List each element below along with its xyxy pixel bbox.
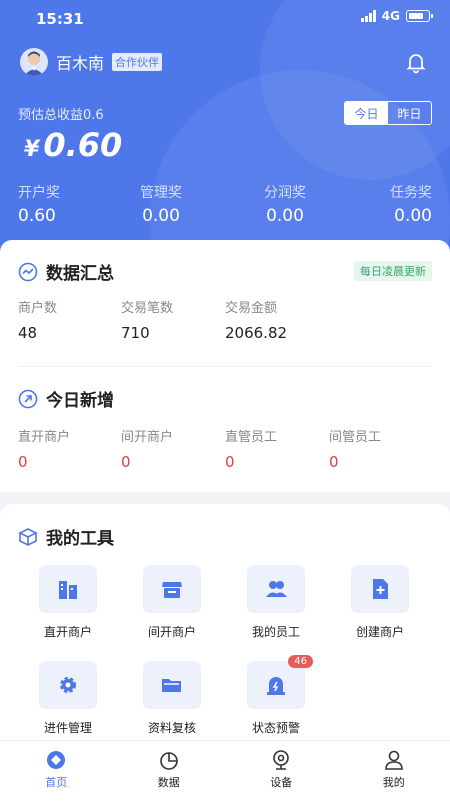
tab-label: 设备 <box>270 774 292 790</box>
stat-profit-share-reward: 分润奖 0.00 <box>250 182 320 226</box>
summary-value: 48 <box>18 324 57 342</box>
profile-icon <box>383 749 405 771</box>
summary-value: 710 <box>121 324 173 342</box>
camera-icon <box>270 749 292 771</box>
stat-label: 开户奖 <box>18 182 60 202</box>
tool-label: 创建商户 <box>340 623 420 640</box>
tool-label: 资料复核 <box>132 719 212 736</box>
tools-title: 我的工具 <box>18 524 114 549</box>
battery-icon <box>406 10 430 22</box>
stat-value: 0.60 <box>18 206 60 226</box>
folder-icon <box>143 661 201 709</box>
summary-transactions: 交易笔数 710 <box>121 297 173 342</box>
arrow-up-right-icon <box>18 389 38 409</box>
earnings-amount: ¥ 0.60 <box>24 126 122 164</box>
today-direct-staff: 直管员工 0 <box>225 426 277 471</box>
summary-title: 数据汇总 <box>18 259 114 284</box>
summary-value: 2066.82 <box>225 324 287 342</box>
currency-symbol: ¥ <box>24 137 39 162</box>
summary-label: 商户数 <box>18 297 57 316</box>
status-time: 15:31 <box>36 10 84 28</box>
avatar[interactable] <box>20 48 48 76</box>
stat-task-reward: 任务奖 0.00 <box>390 182 432 226</box>
stat-value: 0.00 <box>390 206 432 226</box>
add-document-icon <box>351 565 409 613</box>
tool-create-merchant[interactable]: 创建商户 <box>340 565 420 640</box>
building-icon <box>39 565 97 613</box>
tab-label: 数据 <box>158 774 180 790</box>
network-type: 4G <box>382 9 400 23</box>
stat-value: 0.00 <box>250 206 320 226</box>
tool-label: 进件管理 <box>28 719 108 736</box>
today-label: 直开商户 <box>18 426 70 445</box>
stat-label: 管理奖 <box>126 182 196 202</box>
user-name: 百木南 <box>56 50 104 74</box>
status-bar: 15:31 4G <box>36 9 430 31</box>
today-indirect-staff: 间管员工 0 <box>329 426 381 471</box>
tool-label: 间开商户 <box>132 623 212 640</box>
bell-icon[interactable] <box>404 50 428 74</box>
tab-profile[interactable]: 我的 <box>338 741 450 801</box>
section-heading: 数据汇总 <box>46 259 114 284</box>
today-label: 间开商户 <box>121 426 173 445</box>
today-label: 直管员工 <box>225 426 277 445</box>
warning-count-badge: 46 <box>288 655 313 668</box>
tool-application-management[interactable]: 进件管理 <box>28 661 108 736</box>
today-value: 0 <box>225 453 277 471</box>
today-value: 0 <box>121 453 173 471</box>
tool-direct-merchants[interactable]: 直开商户 <box>28 565 108 640</box>
today-indirect-merchants: 间开商户 0 <box>121 426 173 471</box>
stat-label: 任务奖 <box>390 182 432 202</box>
today-label: 间管员工 <box>329 426 381 445</box>
today-new-title: 今日新增 <box>18 386 114 411</box>
section-heading: 我的工具 <box>46 524 114 549</box>
earnings-header: 15:31 4G 百木南 合作伙伴 预估总收益0.6 今日 昨日 ¥ 0.60 … <box>0 0 450 262</box>
tab-devices[interactable]: 设备 <box>225 741 338 801</box>
tab-data[interactable]: 数据 <box>113 741 226 801</box>
tool-document-review[interactable]: 资料复核 <box>132 661 212 736</box>
people-icon <box>247 565 305 613</box>
section-divider <box>18 366 432 367</box>
signal-icon <box>361 10 376 22</box>
tool-label: 我的员工 <box>236 623 316 640</box>
alarm-icon: 46 <box>247 661 305 709</box>
summary-label: 交易笔数 <box>121 297 173 316</box>
section-heading: 今日新增 <box>46 386 114 411</box>
daily-update-badge: 每日凌晨更新 <box>354 261 432 281</box>
gear-icon <box>39 661 97 709</box>
bottom-tab-bar: 首页 数据 设备 我的 <box>0 740 450 801</box>
summary-merchants: 商户数 48 <box>18 297 57 342</box>
box-icon <box>18 527 38 547</box>
amount-value: 0.60 <box>43 126 122 164</box>
toggle-today[interactable]: 今日 <box>345 102 388 124</box>
summary-amount: 交易金额 2066.82 <box>225 297 287 342</box>
today-direct-merchants: 直开商户 0 <box>18 426 70 471</box>
tab-label: 首页 <box>45 774 67 790</box>
tool-label: 直开商户 <box>28 623 108 640</box>
summary-label: 交易金额 <box>225 297 287 316</box>
stat-label: 分润奖 <box>250 182 320 202</box>
tab-label: 我的 <box>383 774 405 790</box>
estimated-total-label: 预估总收益0.6 <box>18 104 104 123</box>
partner-badge: 合作伙伴 <box>112 53 162 71</box>
stat-value: 0.00 <box>126 206 196 226</box>
chart-pie-icon <box>158 749 180 771</box>
tool-indirect-merchants[interactable]: 间开商户 <box>132 565 212 640</box>
today-value: 0 <box>329 453 381 471</box>
toggle-yesterday[interactable]: 昨日 <box>388 102 431 124</box>
tool-status-warning[interactable]: 46 状态预警 <box>236 661 316 736</box>
tool-label: 状态预警 <box>236 719 316 736</box>
home-icon <box>45 749 67 771</box>
storefront-icon <box>143 565 201 613</box>
user-profile[interactable]: 百木南 合作伙伴 <box>20 48 162 76</box>
stat-management-reward: 管理奖 0.00 <box>126 182 196 226</box>
stat-open-reward: 开户奖 0.60 <box>18 182 60 226</box>
day-toggle: 今日 昨日 <box>344 101 432 125</box>
tool-my-staff[interactable]: 我的员工 <box>236 565 316 640</box>
today-value: 0 <box>18 453 70 471</box>
tab-home[interactable]: 首页 <box>0 741 113 801</box>
trend-icon <box>18 262 38 282</box>
